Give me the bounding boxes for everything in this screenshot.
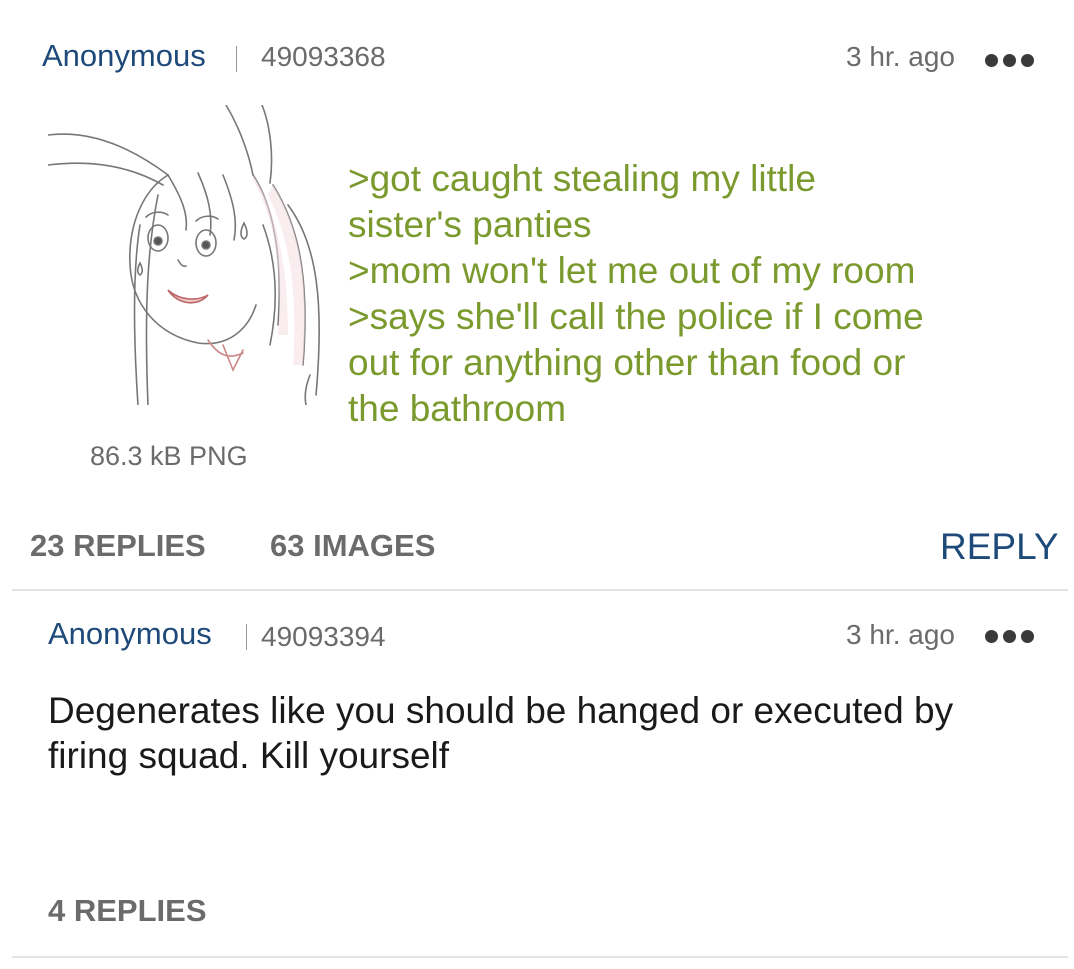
reply-more-options-icon[interactable] — [985, 630, 1034, 643]
post-divider — [12, 956, 1068, 958]
greentext-line: >says she'll call the police if I come — [348, 296, 924, 337]
reply-replies-count[interactable]: 4 REPLIES — [48, 893, 207, 929]
op-replies-count[interactable]: 23 REPLIES — [30, 528, 206, 564]
op-file-info: 86.3 kB PNG — [90, 441, 248, 471]
dot — [1021, 54, 1034, 67]
greentext-line: sister's panties — [348, 204, 592, 245]
greentext-line: out for anything other than food or — [348, 342, 906, 383]
header-separator — [246, 624, 247, 650]
greentext-line: the bathroom — [348, 388, 567, 429]
dot — [985, 630, 998, 643]
op-images-count[interactable]: 63 IMAGES — [270, 528, 435, 564]
body-line: firing squad. Kill yourself — [48, 735, 450, 776]
greentext-line: >got caught stealing my little — [348, 158, 816, 199]
sketch-image — [47, 104, 321, 406]
reply-body: Degenerates like you should be hanged or… — [48, 688, 1028, 778]
header-separator — [236, 46, 237, 72]
dot — [1021, 630, 1034, 643]
reply-timestamp: 3 hr. ago — [846, 619, 955, 650]
op-greentext: >got caught stealing my little sister's … — [348, 156, 988, 432]
reply-post-id[interactable]: 49093394 — [261, 620, 386, 654]
reply-author-name[interactable]: Anonymous — [48, 616, 212, 652]
dot — [1003, 630, 1016, 643]
greentext-line: >mom won't let me out of my room — [348, 250, 916, 291]
dot — [1003, 54, 1016, 67]
op-timestamp: 3 hr. ago — [846, 41, 955, 72]
op-post: Anonymous 49093368 3 hr. ago 86.3 kB PNG… — [0, 0, 1074, 590]
op-more-options-icon[interactable] — [985, 54, 1034, 67]
dot — [985, 54, 998, 67]
op-post-id[interactable]: 49093368 — [261, 40, 386, 74]
reply-button[interactable]: REPLY — [940, 526, 1059, 568]
body-line: Degenerates like you should be hanged or… — [48, 690, 954, 731]
op-image-thumbnail[interactable] — [47, 104, 324, 406]
op-author-name[interactable]: Anonymous — [42, 38, 206, 74]
